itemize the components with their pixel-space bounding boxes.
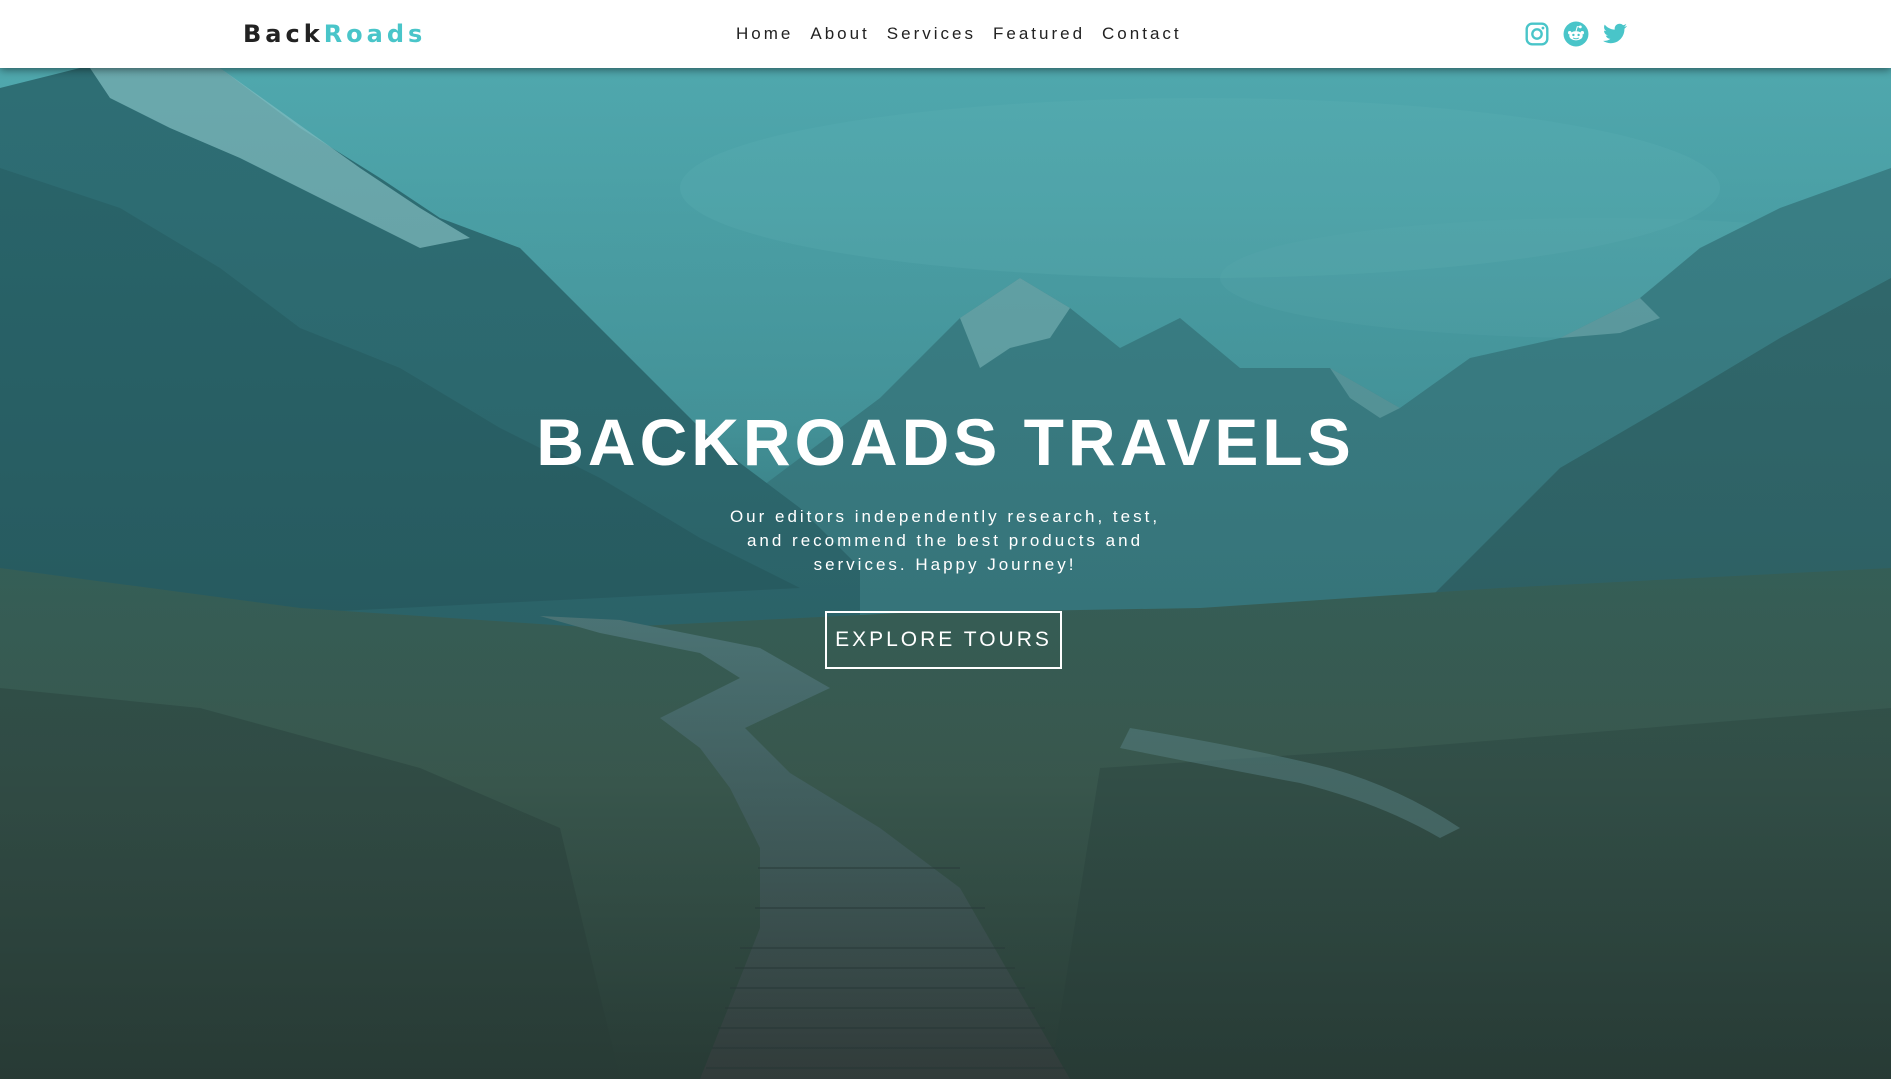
nav-link-home[interactable]: Home	[736, 24, 793, 43]
hero-title: BACKROADS TRAVELS	[536, 405, 1355, 479]
twitter-link[interactable]	[1602, 21, 1628, 47]
twitter-icon	[1603, 23, 1627, 44]
hero-banner: BACKROADS TRAVELS Our editors independen…	[0, 68, 1891, 1079]
nav-item-services: Services	[887, 22, 976, 46]
hero-section: BACKROADS TRAVELS Our editors independen…	[0, 68, 1891, 1079]
nav-link-about[interactable]: About	[810, 24, 869, 43]
navbar: BackRoads Home About Services Featured C…	[0, 0, 1891, 68]
nav-link-services[interactable]: Services	[887, 24, 976, 43]
explore-tours-button[interactable]: EXPLORE TOURS	[825, 611, 1062, 669]
instagram-link[interactable]	[1524, 21, 1550, 47]
nav-item-about: About	[810, 22, 869, 46]
nav-link-featured[interactable]: Featured	[993, 24, 1085, 43]
instagram-icon	[1525, 22, 1549, 46]
nav-item-featured: Featured	[993, 22, 1085, 46]
logo-part-back: Back	[243, 20, 324, 48]
nav-item-home: Home	[736, 22, 793, 46]
logo[interactable]: BackRoads	[243, 18, 426, 50]
nav-item-contact: Contact	[1102, 22, 1182, 46]
reddit-link[interactable]	[1563, 21, 1589, 47]
reddit-icon	[1563, 21, 1589, 47]
logo-part-roads: Roads	[323, 20, 427, 48]
social-links	[1524, 21, 1628, 47]
hero-description: Our editors independently research, test…	[729, 507, 1161, 574]
nav-link-contact[interactable]: Contact	[1102, 24, 1182, 43]
nav-links: Home About Services Featured Contact	[736, 22, 1199, 46]
